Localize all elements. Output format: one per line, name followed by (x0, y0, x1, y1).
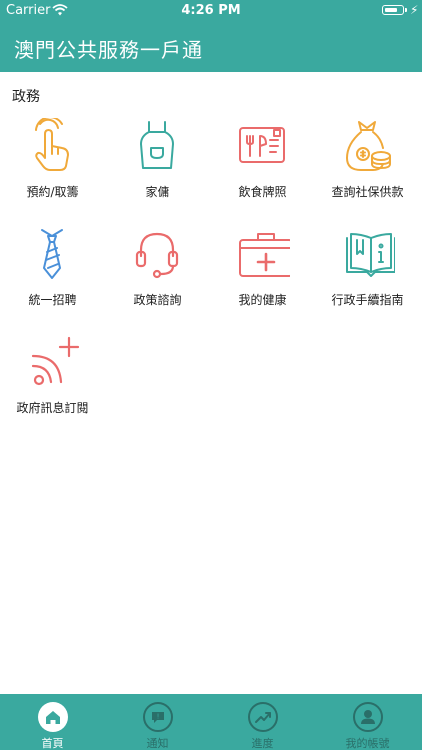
app-header: Carrier 4:26 PM ⚡ 澳門公共服務一戶通 (0, 0, 422, 72)
service-my-health[interactable]: 我的健康 (210, 226, 315, 326)
service-label: 政策諮詢 (133, 293, 182, 307)
tab-label: 我的帳號 (345, 737, 390, 750)
dining-license-icon (239, 127, 285, 163)
service-appointment[interactable]: 預約/取籌 (0, 118, 105, 218)
person-icon (353, 702, 383, 732)
money-bag-icon (346, 121, 391, 171)
tab-label: 通知 (146, 737, 169, 750)
open-book-icon (346, 233, 395, 277)
battery-icon (382, 5, 404, 15)
service-label: 行政手續指南 (331, 293, 404, 307)
service-social-security[interactable]: 查詢社保供款 (315, 118, 420, 218)
battery-level (384, 7, 397, 12)
service-policy-consult[interactable]: 政策諮詢 (105, 226, 210, 326)
service-label: 統一招聘 (28, 293, 77, 307)
message-icon: ! (143, 702, 173, 732)
section-title: 政務 (12, 89, 40, 105)
service-label: 查詢社保供款 (331, 185, 404, 199)
tab-notifications[interactable]: ! 通知 (105, 694, 210, 750)
first-aid-kit-icon (239, 233, 290, 277)
rss-subscribe-icon (31, 336, 80, 386)
service-label: 預約/取籌 (26, 185, 79, 199)
tab-home[interactable]: 首頁 (0, 694, 105, 750)
app-title: 澳門公共服務一戶通 (14, 38, 203, 62)
tab-label: 首頁 (41, 737, 64, 750)
battery-tip (405, 8, 407, 12)
tab-label: 進度 (251, 737, 274, 750)
tap-hand-icon (35, 118, 69, 171)
headset-icon (135, 232, 179, 279)
charging-icon: ⚡ (410, 3, 419, 17)
service-food-license[interactable]: 飲食牌照 (210, 118, 315, 218)
tab-my-account[interactable]: 我的帳號 (315, 694, 420, 750)
service-domestic-helper[interactable]: 家傭 (105, 118, 210, 218)
tab-progress[interactable]: 進度 (210, 694, 315, 750)
svg-text:!: ! (157, 713, 160, 721)
service-label: 飲食牌照 (238, 185, 287, 199)
service-label: 家傭 (145, 185, 170, 199)
necktie-icon (41, 229, 63, 279)
tab-bar: 首頁 ! 通知 進度 我的帳號 (0, 694, 422, 750)
status-bar: Carrier 4:26 PM ⚡ (0, 0, 422, 22)
home-icon (38, 702, 68, 732)
status-time: 4:26 PM (181, 3, 241, 18)
service-recruitment[interactable]: 統一招聘 (0, 226, 105, 326)
service-label: 政府訊息訂閱 (16, 401, 89, 415)
service-admin-guide[interactable]: 行政手續指南 (315, 226, 420, 326)
trend-icon (248, 702, 278, 732)
apron-icon (140, 121, 174, 169)
service-gov-subscribe[interactable]: 政府訊息訂閱 (0, 334, 105, 434)
service-label: 我的健康 (238, 293, 287, 307)
